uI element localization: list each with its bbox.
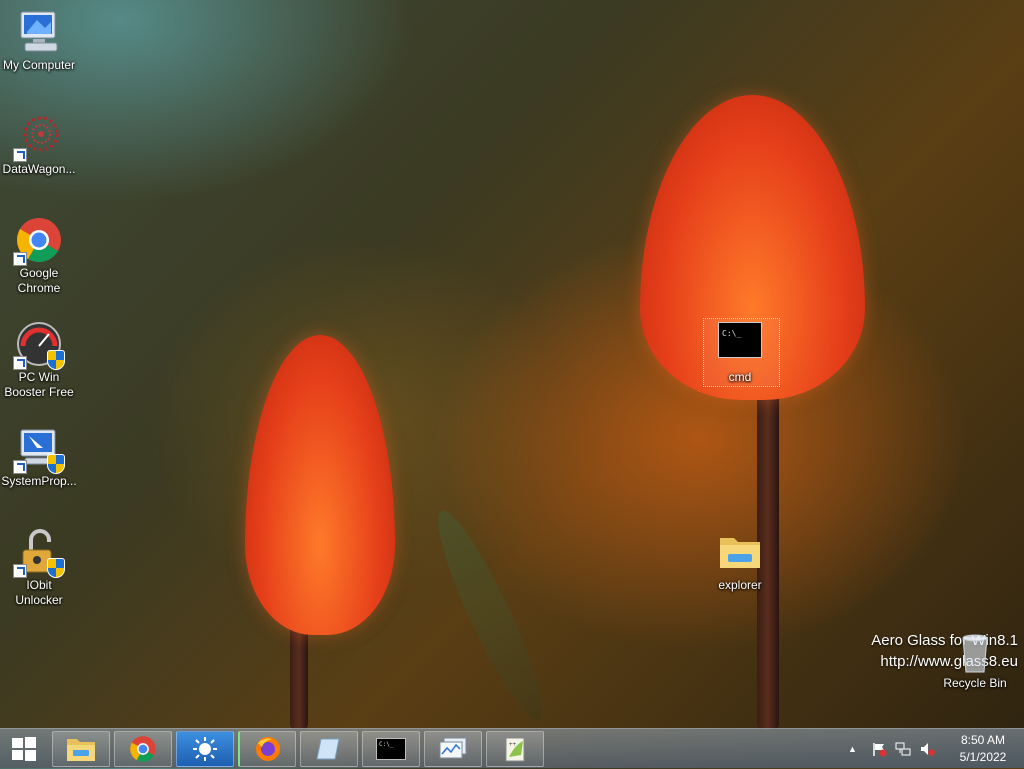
cmd-icon: C:\_ xyxy=(376,738,406,760)
explorer-shortcut[interactable]: explorer xyxy=(701,528,779,593)
taskbar-brightness[interactable] xyxy=(176,731,234,767)
taskbar: C:\_ ++ ▲ 8:50 AM 5/1/2022 xyxy=(0,728,1024,768)
notebook-icon xyxy=(316,738,340,760)
wallpaper-flower-left xyxy=(245,335,395,635)
iobit-unlocker-shortcut[interactable]: IObit Unlocker xyxy=(0,528,78,608)
system-properties-icon xyxy=(13,424,65,474)
folder-icon xyxy=(716,528,764,576)
icon-label: My Computer xyxy=(2,58,76,72)
datawagon-icon xyxy=(13,112,63,162)
taskbar-cmd[interactable]: C:\_ xyxy=(362,731,420,767)
shortcut-arrow-icon xyxy=(13,460,27,474)
brightness-icon xyxy=(193,737,217,761)
taskbar-notebook[interactable] xyxy=(300,731,358,767)
speedometer-icon xyxy=(13,320,65,370)
show-hidden-icons-button[interactable]: ▲ xyxy=(848,744,857,754)
recycle-bin-icon xyxy=(951,632,999,674)
action-center-flag-icon[interactable] xyxy=(871,741,887,757)
system-properties-shortcut[interactable]: SystemProp... xyxy=(0,424,78,489)
uac-shield-icon xyxy=(47,350,65,370)
icon-label: Chrome xyxy=(17,281,61,295)
taskbar-notepad-plus-plus[interactable]: ++ xyxy=(486,731,544,767)
computer-icon xyxy=(15,8,63,56)
start-button[interactable] xyxy=(0,729,48,769)
clock-date: 5/1/2022 xyxy=(959,750,1007,764)
file-explorer-icon xyxy=(67,739,95,761)
cmd-prompt-glyph: C:\_ xyxy=(722,329,742,338)
taskbar-performance-monitor[interactable] xyxy=(424,731,482,767)
icon-label: Unlocker xyxy=(15,593,63,607)
icon-label: DataWagon... xyxy=(2,162,76,176)
network-icon[interactable] xyxy=(895,741,911,757)
icon-label: explorer xyxy=(718,578,762,592)
taskbar-firefox[interactable] xyxy=(238,731,296,767)
cmd-icon: C:\_ xyxy=(718,322,762,358)
notepad-plus-plus-icon: ++ xyxy=(505,737,525,762)
windows-logo-icon xyxy=(12,737,36,761)
icon-label: IObit xyxy=(26,578,52,592)
clock-time: 8:50 AM xyxy=(960,733,1006,747)
my-computer-shortcut[interactable]: My Computer xyxy=(0,8,78,73)
icon-label: PC Win xyxy=(18,370,60,384)
wallpaper-leaf xyxy=(423,502,557,728)
icon-label: Booster Free xyxy=(4,385,74,399)
icon-label: Google xyxy=(19,266,59,280)
uac-shield-icon xyxy=(47,454,65,474)
firefox-icon xyxy=(255,737,280,761)
shortcut-arrow-icon xyxy=(13,148,27,162)
padlock-icon xyxy=(13,528,65,578)
icon-label: SystemProp... xyxy=(1,474,77,488)
svg-text:++: ++ xyxy=(509,742,517,748)
system-tray: ▲ xyxy=(848,729,935,769)
icon-label: cmd xyxy=(728,370,752,384)
performance-monitor-icon xyxy=(439,737,467,759)
cmd-prompt-glyph: C:\_ xyxy=(379,741,394,748)
shortcut-arrow-icon xyxy=(13,252,27,266)
chrome-icon xyxy=(13,216,63,266)
desktop[interactable]: My Computer DataWagon... Google Chrome P… xyxy=(0,0,1024,730)
uac-shield-icon xyxy=(47,558,65,578)
chrome-icon xyxy=(130,736,156,762)
datawagon-shortcut[interactable]: DataWagon... xyxy=(0,112,78,177)
cmd-shortcut[interactable]: C:\_ cmd xyxy=(701,322,779,385)
taskbar-clock[interactable]: 8:50 AM 5/1/2022 xyxy=(948,732,1018,766)
taskbar-chrome[interactable] xyxy=(114,731,172,767)
icon-label: Recycle Bin xyxy=(943,676,1007,690)
volume-muted-icon[interactable] xyxy=(919,741,935,757)
taskbar-file-explorer[interactable] xyxy=(52,731,110,767)
pc-win-booster-shortcut[interactable]: PC Win Booster Free xyxy=(0,320,78,400)
recycle-bin-shortcut[interactable]: Recycle Bin xyxy=(936,632,1014,691)
shortcut-arrow-icon xyxy=(13,564,27,578)
shortcut-arrow-icon xyxy=(13,356,27,370)
google-chrome-shortcut[interactable]: Google Chrome xyxy=(0,216,78,296)
